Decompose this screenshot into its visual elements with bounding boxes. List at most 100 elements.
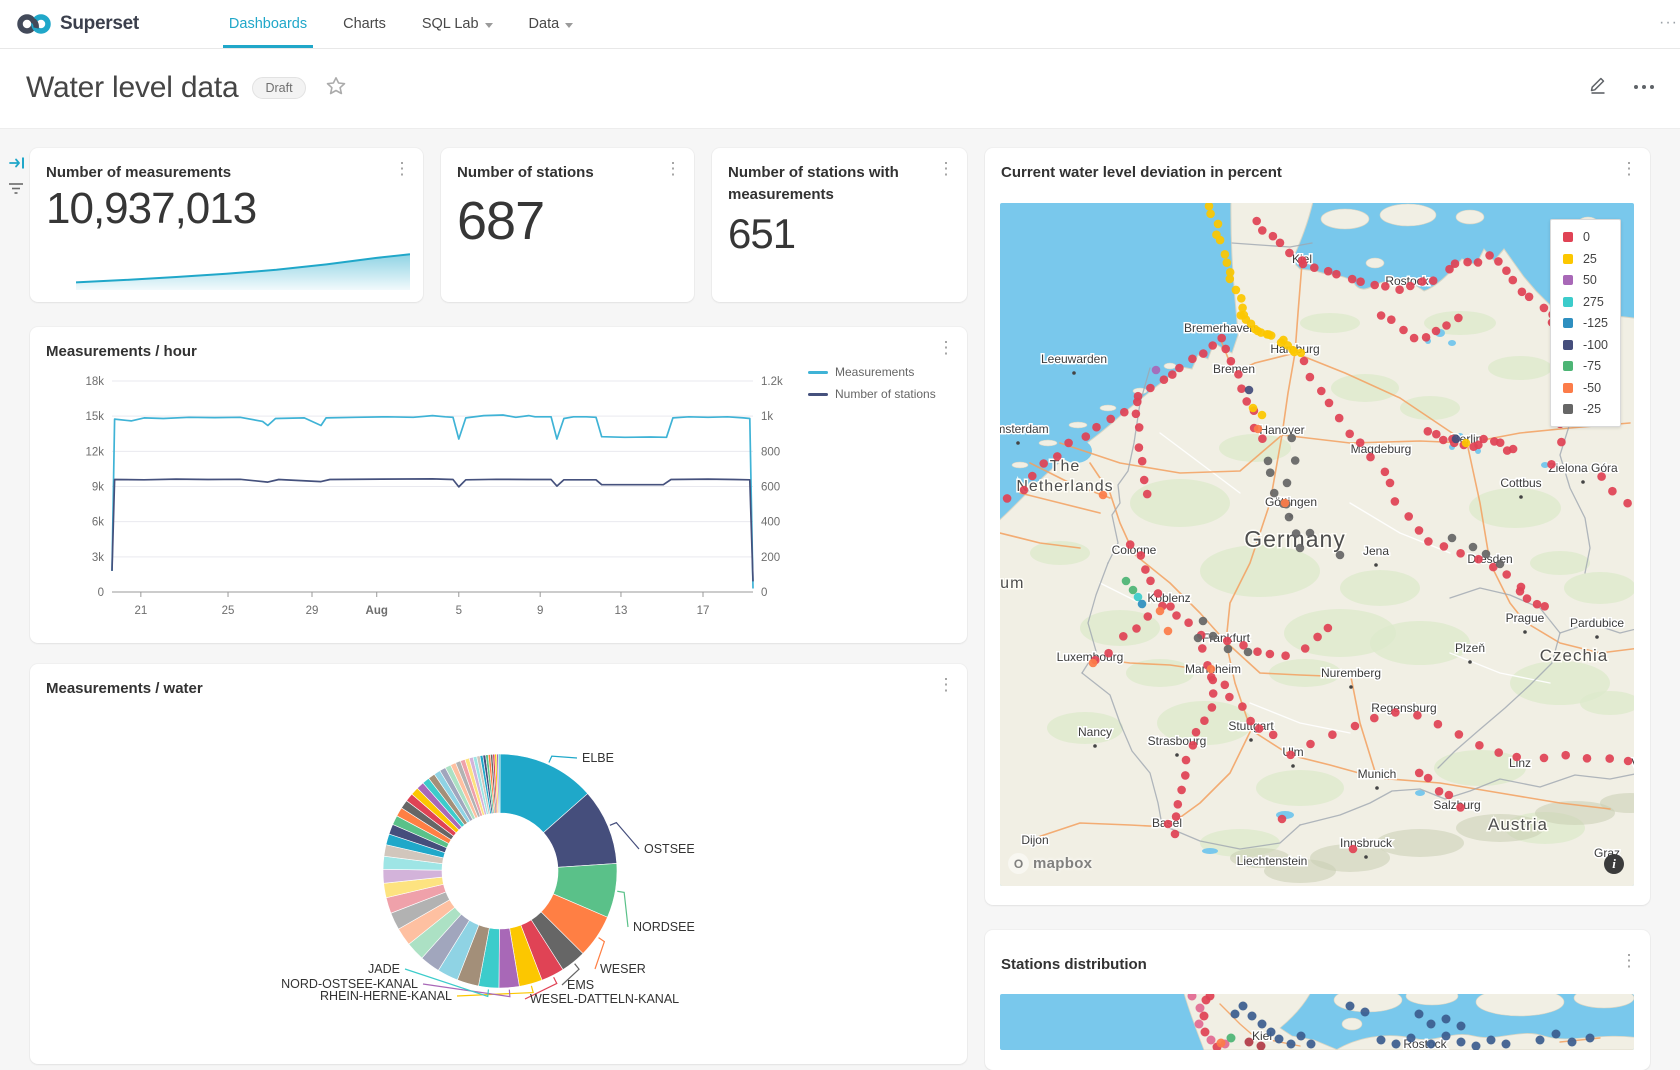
station-dot xyxy=(1605,754,1614,763)
map-legend-item: -75 xyxy=(1563,359,1608,373)
station-dot xyxy=(1547,460,1556,469)
station-dot xyxy=(1533,600,1542,609)
card-menu-button[interactable]: ⋮ xyxy=(937,160,955,178)
station-dot xyxy=(1221,681,1230,690)
map-legend-item: 275 xyxy=(1563,295,1608,309)
station-dot xyxy=(1418,277,1427,286)
filter-icon[interactable] xyxy=(8,181,24,200)
nav-overflow-ellipsis[interactable]: ··· xyxy=(1659,14,1678,32)
card-menu-button[interactable]: ⋮ xyxy=(393,160,411,178)
nav-item-sql-lab[interactable]: SQL Lab xyxy=(406,0,509,48)
map-dot xyxy=(1306,529,1315,538)
map-dot xyxy=(1249,404,1258,413)
expand-filter-bar-icon[interactable] xyxy=(9,155,26,176)
map-dot xyxy=(1502,1040,1511,1049)
station-dot xyxy=(1381,282,1390,291)
station-dot xyxy=(1395,285,1404,294)
station-dot xyxy=(1188,355,1197,364)
donut-label: RHEIN-HERNE-KANAL xyxy=(320,989,452,1003)
station-dot xyxy=(1166,602,1175,611)
map-dot xyxy=(1361,1008,1370,1017)
map-forest xyxy=(1564,572,1634,604)
map-city-dot xyxy=(1016,441,1020,445)
x-axis-label: 13 xyxy=(615,605,628,617)
map-dot xyxy=(1207,665,1216,674)
station-dot xyxy=(1003,494,1012,503)
map-legend-item: -100 xyxy=(1563,338,1608,352)
donut-label: NORD-OSTSEE-KANAL xyxy=(281,977,418,991)
station-dot xyxy=(1135,423,1144,432)
station-dot xyxy=(1286,751,1295,760)
station-dot xyxy=(1208,341,1217,350)
station-dot xyxy=(1300,357,1309,366)
map-dot xyxy=(1281,499,1290,508)
station-dot xyxy=(1583,754,1592,763)
card-measurements-per-water: Measurements / water ⋮ ELBEOSTSEENORDSEE… xyxy=(30,664,967,1064)
stations-map[interactable]: KielRostock xyxy=(1000,994,1634,1050)
card-menu-button[interactable]: ⋮ xyxy=(1620,952,1638,970)
left-axis-tick: 12k xyxy=(85,446,104,458)
donut-label: OSTSEE xyxy=(644,842,695,856)
card-menu-button[interactable]: ⋮ xyxy=(1620,160,1638,178)
station-dot xyxy=(1348,275,1357,284)
station-dot xyxy=(1134,392,1143,401)
map-city-dot xyxy=(1595,635,1599,639)
edit-dashboard-button[interactable] xyxy=(1588,74,1608,99)
nav-item-data[interactable]: Data xyxy=(513,0,590,48)
map-city-dot xyxy=(1364,855,1368,859)
station-dot xyxy=(1064,439,1073,448)
favorite-star-icon[interactable] xyxy=(326,76,346,101)
station-dot xyxy=(1432,430,1441,439)
legend-label: Measurements xyxy=(835,365,914,379)
left-axis-tick: 15k xyxy=(85,411,104,423)
station-dot xyxy=(1216,236,1225,245)
card-menu-button[interactable]: ⋮ xyxy=(664,160,682,178)
station-dot xyxy=(1310,263,1319,272)
deviation-map[interactable]: TheNetherlandsGermanyCzechiaAustriaBelgi… xyxy=(1000,203,1634,886)
right-axis-tick: 1k xyxy=(761,411,773,423)
legend-item[interactable]: Number of stations xyxy=(808,387,936,401)
station-dot xyxy=(1306,740,1315,749)
chevron-down-icon xyxy=(485,23,493,28)
card-water-level-deviation-map: Current water level deviation in percent… xyxy=(985,148,1650,905)
map-city-dot xyxy=(1523,630,1527,634)
donut-label: EMS xyxy=(567,978,594,992)
station-dot xyxy=(1140,476,1149,485)
station-dot xyxy=(1366,453,1375,462)
station-dot xyxy=(1292,529,1301,538)
station-dot xyxy=(1324,267,1333,276)
station-dot xyxy=(1192,728,1201,737)
map-dot xyxy=(1536,1036,1545,1045)
station-dot xyxy=(1439,436,1448,445)
station-dot xyxy=(1283,479,1292,488)
superset-brand[interactable]: Superset xyxy=(0,12,157,36)
station-dot xyxy=(1267,331,1276,340)
dashboard-menu-button[interactable] xyxy=(1634,85,1654,89)
map-legend-item: -25 xyxy=(1563,402,1608,416)
map-forest xyxy=(1256,770,1344,806)
station-dot xyxy=(1020,486,1029,495)
legend-item[interactable]: Measurements xyxy=(808,365,936,379)
mapbox-attribution[interactable]: O mapbox xyxy=(1008,853,1092,874)
nav-item-charts[interactable]: Charts xyxy=(327,0,402,48)
station-dot xyxy=(1406,282,1415,291)
station-dot xyxy=(1424,427,1433,436)
station-dot xyxy=(1299,260,1308,269)
station-dot xyxy=(1143,490,1152,499)
map-city-dot xyxy=(1581,480,1585,484)
map-dot xyxy=(1349,845,1358,854)
station-dot xyxy=(1226,275,1235,284)
map-dot xyxy=(1248,1012,1257,1021)
station-dot xyxy=(1141,565,1150,574)
brand-name: Superset xyxy=(60,13,139,35)
station-dot xyxy=(1479,435,1488,444)
map-dot xyxy=(1099,491,1108,500)
map-info-button[interactable]: i xyxy=(1604,854,1624,874)
donut-label: NORDSEE xyxy=(633,920,695,934)
station-dot xyxy=(1370,714,1379,723)
map-dot xyxy=(1152,366,1161,375)
map-dot xyxy=(1209,632,1218,641)
station-dot xyxy=(1413,711,1422,720)
station-dot xyxy=(1306,373,1315,382)
nav-item-dashboards[interactable]: Dashboards xyxy=(213,0,323,48)
